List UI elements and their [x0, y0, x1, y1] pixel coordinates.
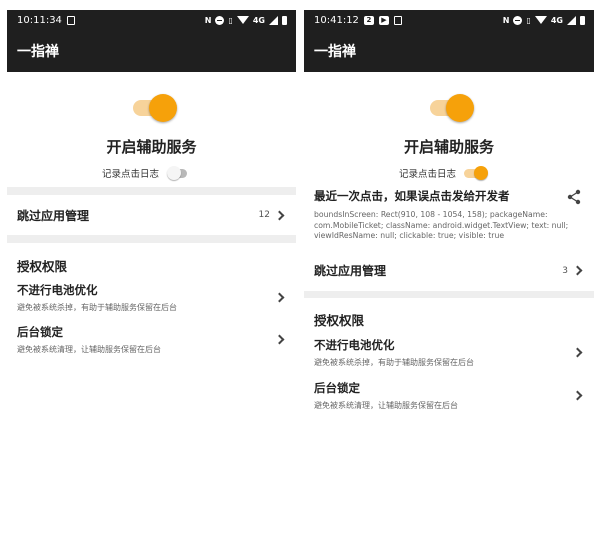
wifi-icon — [534, 16, 547, 24]
share-icon[interactable] — [566, 189, 582, 205]
chevron-right-icon — [274, 334, 285, 344]
app-bar: 一指禅 — [304, 30, 594, 72]
last-click-title: 最近一次点击，如果误点击发给开发者 — [314, 189, 510, 203]
app-title: 一指禅 — [314, 44, 356, 60]
notification-icon — [66, 15, 75, 25]
lock-title: 后台锁定 — [314, 380, 360, 395]
phone-screen-left: 10:11:34 N ▯ 4G 一指禅 开启辅助服务 记录点击日志 跳过应用管理… — [7, 10, 296, 546]
permission-title: 授权权限 — [17, 259, 68, 274]
chevron-right-icon — [274, 210, 285, 220]
last-click-detail: boundsInScreen: Rect(910, 108 - 1054, 15… — [314, 210, 569, 240]
app-title: 一指禅 — [17, 44, 59, 60]
log-toggle[interactable] — [464, 166, 489, 180]
toggle-thumb — [446, 94, 474, 122]
battery-icon — [282, 15, 287, 25]
log-label: 记录点击日志 — [399, 169, 457, 180]
lock-desc: 避免被系统清理，让辅助服务保留在后台 — [314, 400, 458, 410]
log-label: 记录点击日志 — [102, 169, 160, 180]
lock-title: 后台锁定 — [17, 324, 63, 339]
service-card: 开启辅助服务 记录点击日志 — [7, 72, 296, 187]
status-time: 10:41:12 — [314, 14, 359, 26]
signal-icon — [567, 15, 576, 25]
vibrate-icon: ▯ — [526, 15, 531, 25]
battery-desc: 避免被系统杀掉，有助于辅助服务保留在后台 — [314, 357, 474, 367]
signal-icon — [269, 15, 278, 25]
background-lock-item[interactable]: 后台锁定 避免被系统清理，让辅助服务保留在后台 — [304, 378, 594, 412]
status-bar: 10:11:34 N ▯ 4G — [7, 10, 296, 30]
service-toggle[interactable] — [430, 94, 474, 122]
service-toggle[interactable] — [133, 94, 177, 122]
battery-optimization-item[interactable]: 不进行电池优化 避免被系统杀掉，有助于辅助服务保留在后台 — [7, 281, 296, 313]
log-toggle[interactable] — [167, 166, 191, 180]
video-notification-icon: ▶ — [378, 15, 389, 25]
app-bar: 一指禅 — [7, 30, 296, 72]
status-bar: 10:41:12 2 ▶ N ▯ 4G — [304, 10, 594, 30]
chevron-right-icon — [274, 292, 285, 302]
skip-card: 跳过应用管理 3 — [304, 250, 594, 291]
chevron-right-icon — [572, 265, 583, 276]
background-lock-item[interactable]: 后台锁定 避免被系统清理，让辅助服务保留在后台 — [7, 323, 296, 355]
status-time: 10:11:34 — [17, 14, 62, 26]
app-notification-icon: 2 — [363, 15, 374, 25]
service-label: 开启辅助服务 — [403, 138, 494, 156]
skip-label: 跳过应用管理 — [314, 264, 387, 278]
dnd-icon — [513, 15, 523, 25]
skip-count: 3 — [562, 265, 568, 276]
toggle-thumb — [474, 166, 489, 180]
dnd-icon — [215, 15, 225, 25]
battery-title: 不进行电池优化 — [314, 337, 395, 352]
vibrate-icon: ▯ — [228, 15, 233, 25]
nfc-icon: N — [204, 15, 212, 25]
battery-optimization-item[interactable]: 不进行电池优化 避免被系统杀掉，有助于辅助服务保留在后台 — [304, 335, 594, 369]
skip-app-row[interactable]: 跳过应用管理 12 — [7, 195, 296, 235]
service-card: 开启辅助服务 记录点击日志 最近一次点击，如果误点击发给开发者 boundsIn… — [304, 72, 594, 250]
skip-count: 12 — [258, 210, 270, 220]
lock-desc: 避免被系统清理，让辅助服务保留在后台 — [17, 344, 161, 354]
toggle-thumb — [167, 166, 182, 180]
permission-card: 授权权限 不进行电池优化 避免被系统杀掉，有助于辅助服务保留在后台 后台锁定 避… — [304, 298, 594, 546]
chevron-right-icon — [572, 347, 583, 357]
skip-label: 跳过应用管理 — [17, 208, 90, 223]
battery-icon — [580, 15, 585, 25]
signal-type-label: 4G — [550, 15, 563, 25]
service-label: 开启辅助服务 — [106, 138, 197, 156]
battery-desc: 避免被系统杀掉，有助于辅助服务保留在后台 — [17, 302, 177, 312]
permission-card: 授权权限 不进行电池优化 避免被系统杀掉，有助于辅助服务保留在后台 后台锁定 避… — [7, 243, 296, 546]
phone-screen-right: 10:41:12 2 ▶ N ▯ 4G 一指禅 开启辅助服务 记录点击日志 最近… — [304, 10, 594, 546]
log-row: 记录点击日志 — [399, 166, 489, 180]
chevron-right-icon — [572, 390, 583, 400]
skip-card: 跳过应用管理 12 — [7, 195, 296, 235]
skip-app-row[interactable]: 跳过应用管理 3 — [304, 250, 594, 291]
permission-title: 授权权限 — [314, 313, 365, 328]
battery-title: 不进行电池优化 — [17, 282, 98, 297]
notification-icon — [393, 15, 402, 25]
signal-type-label: 4G — [252, 15, 265, 25]
log-row: 记录点击日志 — [102, 166, 191, 180]
nfc-icon: N — [502, 15, 510, 25]
toggle-thumb — [149, 94, 177, 122]
wifi-icon — [236, 16, 249, 24]
